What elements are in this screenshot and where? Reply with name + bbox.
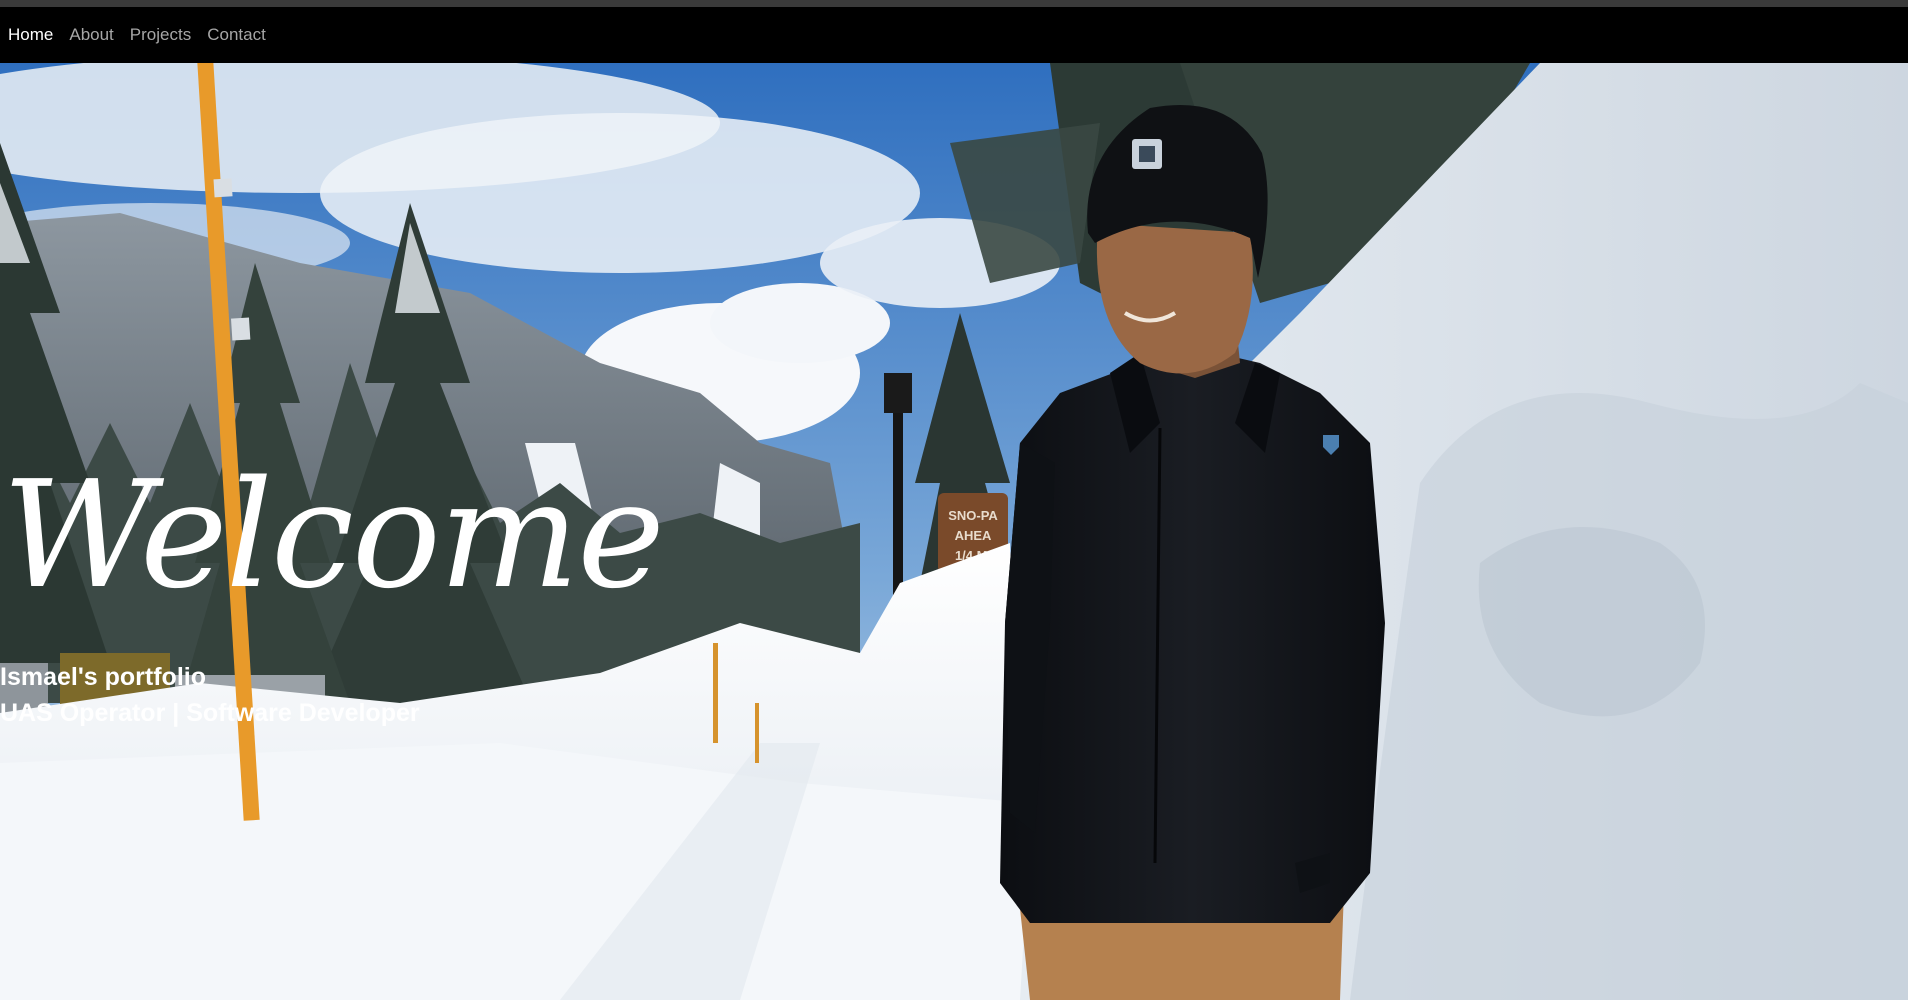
window-top-strip <box>0 0 1908 7</box>
nav-link-contact[interactable]: Contact <box>207 25 266 45</box>
nav-link-projects[interactable]: Projects <box>130 25 191 45</box>
hero-title: Welcome <box>2 449 665 621</box>
hero-subtitle: Ismael's portfolio <box>0 663 206 691</box>
sign-line-1: SNO-PA <box>948 508 998 523</box>
navbar: Home About Projects Contact <box>0 7 1908 63</box>
hero-role: UAS Operator | Software Developer <box>0 699 420 727</box>
sign-line-2: AHEA <box>955 528 992 543</box>
nav-link-about[interactable]: About <box>69 25 113 45</box>
hero-section: SNO-PA AHEA 1/4 MI Welcome Ismael's port… <box>0 63 1908 1000</box>
nav-link-home[interactable]: Home <box>8 25 53 45</box>
